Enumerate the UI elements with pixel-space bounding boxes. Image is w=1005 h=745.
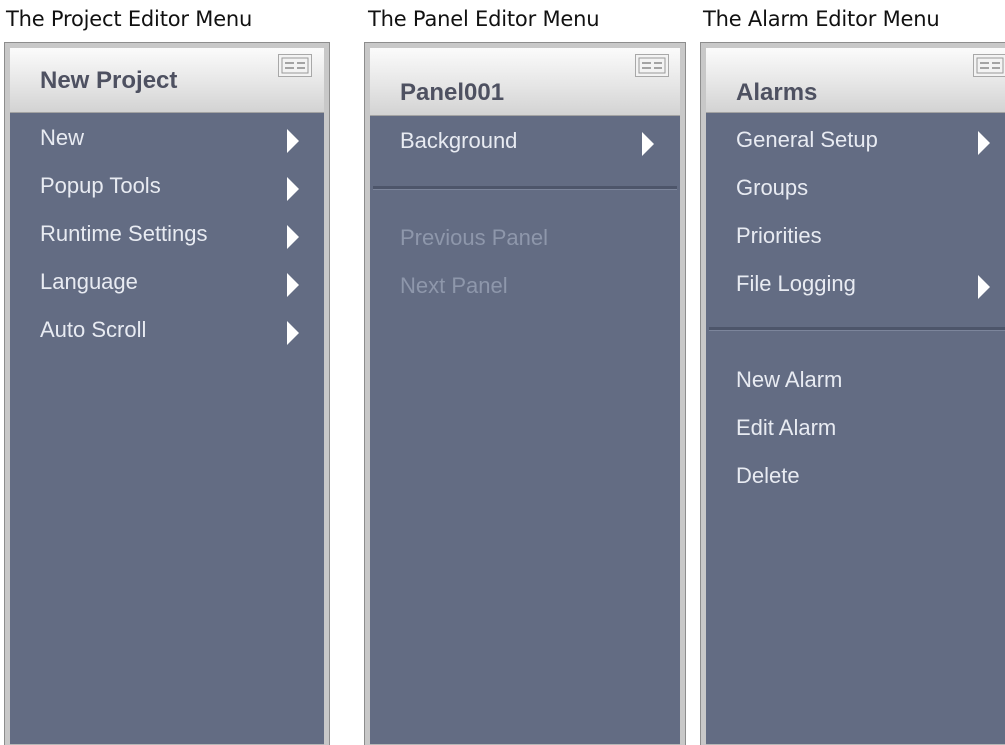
menu-item-previous-panel: Previous Panel bbox=[400, 219, 680, 259]
panel-menu-title: Panel001 bbox=[400, 79, 505, 106]
menu-item-language[interactable]: Language bbox=[40, 263, 324, 303]
menu-item-label: Language bbox=[40, 269, 138, 294]
menu-item-label: Background bbox=[400, 128, 518, 153]
menu-list-icon[interactable] bbox=[635, 54, 669, 77]
menu-item-label: New Alarm bbox=[736, 367, 843, 392]
submenu-arrow-icon bbox=[287, 273, 299, 297]
menu-item-label: Priorities bbox=[736, 223, 822, 248]
project-menu-title: New Project bbox=[40, 67, 178, 94]
submenu-arrow-icon bbox=[287, 177, 299, 201]
project-editor-menu: New Project New Popup Tools Runtime Sett… bbox=[4, 42, 330, 745]
panel-menu-caption: The Panel Editor Menu bbox=[368, 7, 600, 31]
menu-item-new-alarm[interactable]: New Alarm bbox=[736, 361, 1005, 401]
menu-item-label: Runtime Settings bbox=[40, 221, 208, 246]
alarm-editor-menu: Alarms General Setup Groups Priorities F… bbox=[700, 42, 1005, 745]
menu-item-label: File Logging bbox=[736, 271, 856, 296]
submenu-arrow-icon bbox=[978, 131, 990, 155]
menu-item-groups[interactable]: Groups bbox=[736, 169, 1005, 209]
menu-item-label: Delete bbox=[736, 463, 800, 488]
menu-item-priorities[interactable]: Priorities bbox=[736, 217, 1005, 257]
menu-item-file-logging[interactable]: File Logging bbox=[736, 265, 1005, 305]
project-menu-caption: The Project Editor Menu bbox=[6, 7, 253, 31]
menu-item-label: New bbox=[40, 125, 85, 150]
submenu-arrow-icon bbox=[287, 225, 299, 249]
menu-item-label: Edit Alarm bbox=[736, 415, 837, 440]
menu-item-popup-tools[interactable]: Popup Tools bbox=[40, 167, 324, 207]
menu-list-icon[interactable] bbox=[973, 54, 1005, 77]
menu-item-label: Previous Panel bbox=[400, 225, 548, 250]
panel-menu-header: Panel001 bbox=[370, 48, 680, 116]
menu-separator bbox=[709, 327, 1005, 331]
submenu-arrow-icon bbox=[978, 275, 990, 299]
menu-separator bbox=[373, 186, 677, 190]
submenu-arrow-icon bbox=[287, 321, 299, 345]
menu-item-delete[interactable]: Delete bbox=[736, 457, 1005, 497]
menu-item-next-panel: Next Panel bbox=[400, 267, 680, 307]
project-menu-header: New Project bbox=[10, 48, 324, 113]
menu-item-general-setup[interactable]: General Setup bbox=[736, 121, 1005, 161]
menu-item-runtime-settings[interactable]: Runtime Settings bbox=[40, 215, 324, 255]
panel-editor-menu: Panel001 Background Previous Panel Next … bbox=[364, 42, 686, 745]
submenu-arrow-icon bbox=[287, 129, 299, 153]
menu-item-auto-scroll[interactable]: Auto Scroll bbox=[40, 311, 324, 351]
menu-item-label: Next Panel bbox=[400, 273, 508, 298]
menu-item-label: Auto Scroll bbox=[40, 317, 147, 342]
menu-item-background[interactable]: Background bbox=[400, 122, 680, 162]
menu-item-edit-alarm[interactable]: Edit Alarm bbox=[736, 409, 1005, 449]
menu-item-new[interactable]: New bbox=[40, 119, 324, 159]
menu-item-label: General Setup bbox=[736, 127, 878, 152]
menu-item-label: Groups bbox=[736, 175, 809, 200]
menu-item-label: Popup Tools bbox=[40, 173, 161, 198]
alarm-menu-header: Alarms bbox=[706, 48, 1005, 113]
submenu-arrow-icon bbox=[642, 132, 654, 156]
alarm-menu-title: Alarms bbox=[736, 79, 818, 106]
menu-list-icon[interactable] bbox=[278, 54, 312, 77]
alarm-menu-caption: The Alarm Editor Menu bbox=[703, 7, 940, 31]
